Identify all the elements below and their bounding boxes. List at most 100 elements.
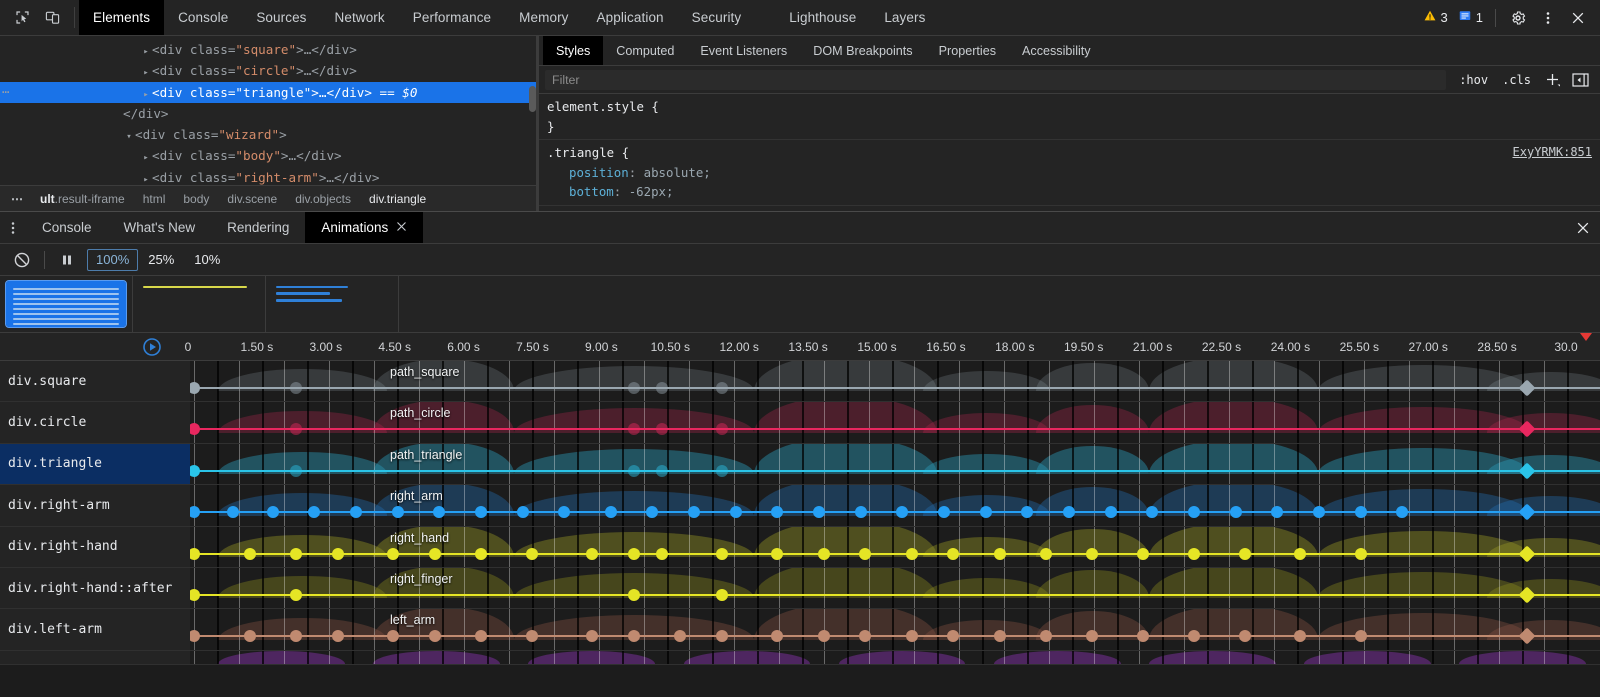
keyframe-marker[interactable] [190, 548, 200, 560]
keyframe-marker[interactable] [771, 506, 783, 518]
keyframe-marker[interactable] [387, 630, 399, 642]
track-row[interactable]: div.circlepath_circle [0, 402, 1600, 443]
keyframe-marker[interactable] [1271, 506, 1283, 518]
keyframe-marker[interactable] [1105, 506, 1117, 518]
keyframe-marker[interactable] [628, 382, 640, 394]
css-declaration[interactable]: bottom: -62px; [547, 182, 1600, 202]
tab-properties[interactable]: Properties [926, 36, 1009, 65]
keyframe-marker[interactable] [332, 630, 344, 642]
tab-accessibility[interactable]: Accessibility [1009, 36, 1104, 65]
keyframe-marker[interactable] [730, 506, 742, 518]
track-selector-label[interactable]: div.right-hand::after [0, 568, 190, 608]
keyframe-marker[interactable] [1239, 548, 1251, 560]
drawer-tab-console[interactable]: Console [26, 212, 108, 243]
css-selector[interactable]: element.style { [547, 97, 1600, 117]
tab-elements[interactable]: Elements [79, 0, 164, 35]
keyframe-marker[interactable] [716, 548, 728, 560]
keyframe-marker[interactable] [1040, 630, 1052, 642]
tab-layers[interactable]: Layers [870, 0, 939, 35]
keyframe-marker[interactable] [646, 506, 658, 518]
keyframe-marker[interactable] [1294, 630, 1306, 642]
drawer-tab-animations[interactable]: Animations [305, 212, 423, 243]
track-row-partial[interactable] [0, 651, 1600, 665]
expand-twisty-icon[interactable]: ▸ [140, 170, 152, 185]
keyframe-marker[interactable] [190, 506, 200, 518]
close-tab-icon[interactable] [396, 220, 407, 235]
keyframe-marker[interactable] [475, 630, 487, 642]
tab-styles[interactable]: Styles [543, 36, 603, 65]
keyframe-marker[interactable] [387, 548, 399, 560]
keyframe-marker[interactable] [674, 630, 686, 642]
animation-bar[interactable] [190, 635, 1600, 637]
tab-application[interactable]: Application [583, 0, 678, 35]
dom-row-selected[interactable]: ⋯▸<div class="triangle">…</div> == $0 [0, 82, 536, 103]
tab-dom-breakpoints[interactable]: DOM Breakpoints [800, 36, 925, 65]
keyframe-marker[interactable] [190, 423, 200, 435]
tab-performance[interactable]: Performance [399, 0, 505, 35]
animation-bar[interactable] [190, 553, 1600, 555]
keyframe-marker[interactable] [475, 506, 487, 518]
tab-console[interactable]: Console [164, 0, 242, 35]
keyframe-marker[interactable] [771, 548, 783, 560]
keyframe-marker[interactable] [906, 630, 918, 642]
keyframe-marker[interactable] [980, 506, 992, 518]
message-count-badge[interactable]: 1 [1454, 9, 1487, 26]
track-row[interactable]: div.right-armright_arm [0, 485, 1600, 526]
drawer-menu-icon[interactable] [0, 212, 26, 243]
keyframe-marker[interactable] [475, 548, 487, 560]
dom-ellipsis[interactable]: … [289, 148, 297, 163]
tab-security[interactable]: Security [678, 0, 756, 35]
keyframe-marker[interactable] [1313, 506, 1325, 518]
dom-row[interactable]: ▾<div class="wizard"> [0, 124, 536, 145]
keyframe-marker[interactable] [947, 630, 959, 642]
track-canvas[interactable]: right_finger [190, 568, 1600, 608]
keyframe-marker[interactable] [1040, 548, 1052, 560]
track-row[interactable]: div.trianglepath_triangle [0, 444, 1600, 485]
keyframe-marker[interactable] [1086, 630, 1098, 642]
breadcrumb-overflow[interactable]: ⋯ [4, 186, 31, 212]
breadcrumb-item-div-objects[interactable]: div.objects [286, 186, 360, 212]
row-badge[interactable]: ⋯ [2, 82, 9, 103]
track-canvas[interactable]: path_circle [190, 402, 1600, 442]
breadcrumb-item-div-scene[interactable]: div.scene [218, 186, 286, 212]
drawer-tab-rendering[interactable]: Rendering [211, 212, 305, 243]
keyframe-marker[interactable] [859, 630, 871, 642]
keyframe-marker[interactable] [1355, 506, 1367, 518]
keyframe-marker[interactable] [1188, 630, 1200, 642]
keyframe-marker[interactable] [332, 548, 344, 560]
keyframe-marker[interactable] [1021, 506, 1033, 518]
track-row[interactable]: div.left-armleft_arm [0, 609, 1600, 650]
animation-bar[interactable] [190, 594, 1600, 596]
keyframe-marker[interactable] [1063, 506, 1075, 518]
keyframe-marker[interactable] [716, 465, 728, 477]
keyframe-marker[interactable] [994, 548, 1006, 560]
css-value[interactable]: absolute; [644, 165, 711, 180]
track-selector-label[interactable]: div.square [0, 361, 190, 401]
keyframe-marker[interactable] [1396, 506, 1408, 518]
track-canvas[interactable]: path_triangle [190, 444, 1600, 484]
keyframe-marker[interactable] [586, 630, 598, 642]
keyframe-marker[interactable] [1294, 548, 1306, 560]
track-canvas-partial[interactable] [190, 651, 1600, 664]
css-rule-triangle[interactable]: ExyYRMK:851 .triangle { position: absolu… [539, 140, 1600, 206]
close-icon[interactable] [1564, 5, 1592, 31]
keyframe-marker[interactable] [227, 506, 239, 518]
keyframe-marker[interactable] [656, 382, 668, 394]
css-declaration[interactable]: position: absolute; [547, 163, 1600, 183]
keyframe-marker[interactable] [656, 423, 668, 435]
keyframe-marker[interactable] [716, 589, 728, 601]
keyframe-marker[interactable] [1355, 548, 1367, 560]
keyframe-marker[interactable] [526, 548, 538, 560]
dom-ellipsis[interactable]: … [326, 170, 334, 185]
pause-icon[interactable] [53, 248, 81, 272]
keyframe-marker[interactable] [1086, 548, 1098, 560]
timeline-scrubber-head[interactable] [1580, 333, 1592, 341]
speed-100-button[interactable]: 100% [87, 249, 138, 271]
keyframe-marker[interactable] [628, 589, 640, 601]
hover-state-button[interactable]: :hov [1456, 72, 1491, 88]
keyframe-marker[interactable] [813, 506, 825, 518]
keyframe-marker[interactable] [308, 506, 320, 518]
replay-icon[interactable] [142, 337, 162, 357]
tab-lighthouse[interactable]: Lighthouse [775, 0, 870, 35]
element-classes-button[interactable]: .cls [1499, 72, 1534, 88]
